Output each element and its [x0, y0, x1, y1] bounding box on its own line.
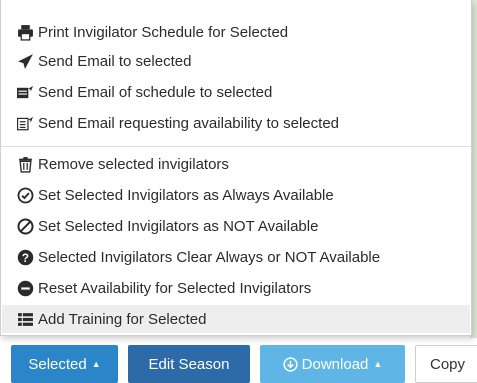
calendar-send-icon — [15, 83, 35, 101]
menu-item-label: Print Invigilator Schedule for Selected — [38, 23, 289, 41]
menu-item-add-training[interactable]: Add Training for Selected — [2, 305, 470, 333]
caret-up-icon: ▲ — [373, 359, 383, 369]
edit-season-button[interactable]: Edit Season — [128, 345, 250, 383]
caret-up-icon: ▲ — [91, 359, 101, 369]
menu-item-always-available[interactable]: Set Selected Invigilators as Always Avai… — [15, 181, 465, 209]
selected-dropdown-button[interactable]: Selected ▲ — [11, 345, 118, 383]
menu-item-label: Set Selected Invigilators as Always Avai… — [38, 186, 334, 204]
list-icon — [15, 310, 35, 328]
ban-icon — [15, 217, 35, 235]
download-button-label: Download — [301, 355, 369, 373]
menu-divider — [1, 146, 471, 147]
svg-text:?: ? — [21, 251, 28, 264]
menu-item-reset-availability[interactable]: Reset Availability for Selected Invigila… — [15, 274, 465, 302]
menu-item-label: Remove selected invigilators — [38, 155, 229, 173]
form-send-icon — [15, 114, 35, 132]
print-icon — [15, 23, 35, 41]
question-circle-icon: ? — [15, 248, 35, 266]
menu-item-send-email[interactable]: Send Email to selected — [15, 47, 465, 75]
selected-actions-menu: Print Invigilator Schedule for Selected … — [0, 0, 472, 336]
paper-plane-icon — [15, 52, 35, 70]
check-circle-icon — [15, 186, 35, 204]
copy-button-label: Copy — [430, 355, 466, 373]
menu-item-label: Reset Availability for Selected Invigila… — [38, 279, 312, 297]
menu-item-label: Send Email of schedule to selected — [38, 83, 273, 101]
menu-item-remove-invigilators[interactable]: Remove selected invigilators — [15, 150, 465, 178]
menu-item-send-email-schedule[interactable]: Send Email of schedule to selected — [15, 78, 465, 106]
menu-item-label: Send Email to selected — [38, 52, 192, 70]
selected-button-label: Selected — [28, 355, 87, 373]
menu-item-clear-availability[interactable]: ? Selected Invigilators Clear Always or … — [15, 243, 465, 271]
menu-item-not-available[interactable]: Set Selected Invigilators as NOT Availab… — [15, 212, 465, 240]
copy-button[interactable]: Copy — [415, 345, 477, 383]
download-circle-icon — [283, 356, 298, 372]
menu-item-request-availability[interactable]: Send Email requesting availability to se… — [15, 109, 465, 137]
menu-item-label: Add Training for Selected — [38, 310, 207, 328]
menu-item-print-schedule[interactable]: Print Invigilator Schedule for Selected — [15, 18, 465, 46]
minus-circle-icon — [15, 279, 35, 297]
menu-item-label: Selected Invigilators Clear Always or NO… — [38, 248, 381, 266]
toolbar: Selected ▲ Edit Season Download ▲ Copy — [0, 345, 477, 383]
trash-icon — [15, 155, 35, 173]
menu-item-label: Send Email requesting availability to se… — [38, 114, 340, 132]
edit-season-label: Edit Season — [148, 355, 230, 373]
menu-item-label: Set Selected Invigilators as NOT Availab… — [38, 217, 319, 235]
download-dropdown-button[interactable]: Download ▲ — [260, 345, 405, 383]
